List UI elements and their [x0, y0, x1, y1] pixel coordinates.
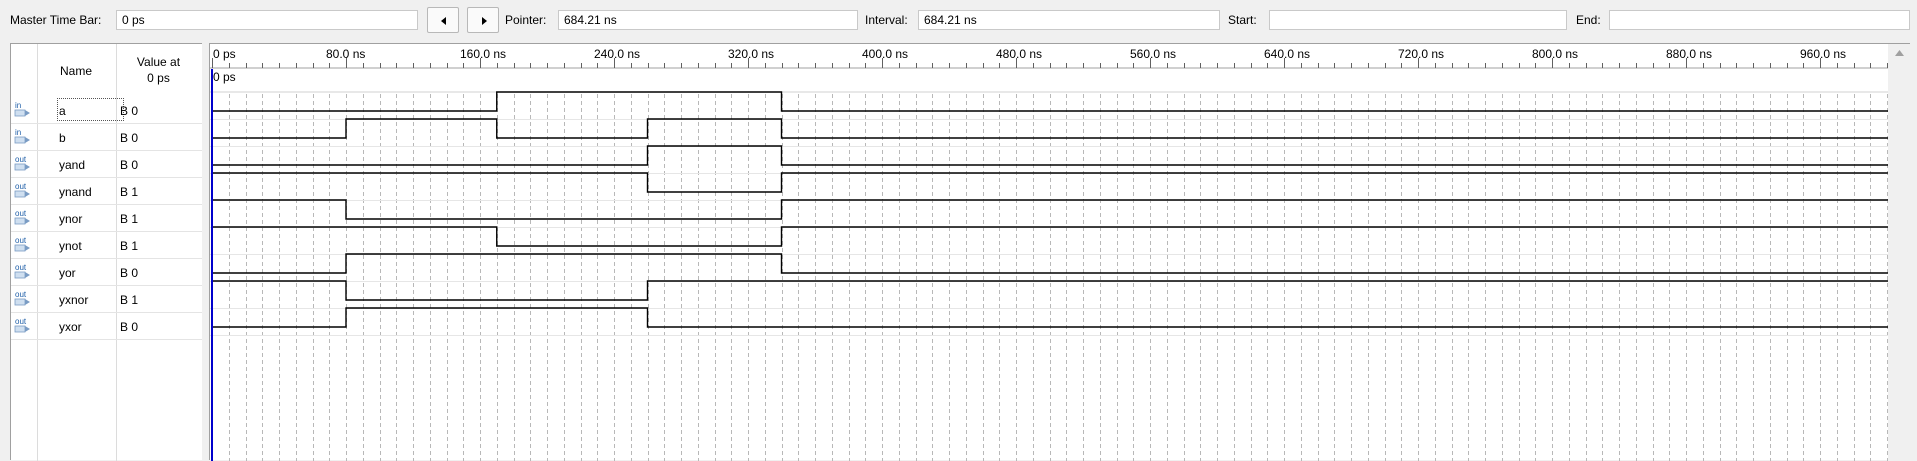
waveform-yand: [212, 145, 1888, 166]
signal-row-a[interactable]: in a B 0: [11, 97, 202, 124]
svg-text:in: in: [15, 128, 21, 137]
signal-value: B 0: [120, 266, 139, 280]
previous-transition-button[interactable]: [427, 7, 459, 33]
signal-name: yor: [59, 266, 76, 280]
output-pin-icon: out: [14, 236, 30, 252]
signal-row-yand[interactable]: out yand B 0: [11, 151, 202, 178]
end-label: End:: [1576, 13, 1601, 27]
vertical-scrollbar: [1888, 44, 1911, 461]
pointer-label: Pointer:: [505, 13, 547, 27]
pointer-field[interactable]: 684.21 ns: [558, 10, 858, 30]
svg-text:in: in: [15, 101, 21, 110]
master-time-bar-label: Master Time Bar:: [10, 13, 102, 27]
time-tick-label: 240.0 ns: [594, 47, 640, 61]
signal-value: B 1: [120, 239, 139, 253]
waveform-yxor: [212, 307, 1888, 328]
signal-name: ynot: [59, 239, 82, 253]
time-tick-label: 800.0 ns: [1532, 47, 1578, 61]
output-pin-icon: out: [14, 317, 30, 333]
signal-row-ynot[interactable]: out ynot B 1: [11, 232, 202, 259]
svg-text:out: out: [15, 317, 27, 326]
focus-outline: [57, 98, 124, 121]
cursor-time-label: 0 ps: [213, 70, 236, 84]
signal-name: ynor: [59, 212, 83, 226]
signal-row-ynor[interactable]: out ynor B 1: [11, 205, 202, 232]
time-tick-label: 0 ps: [213, 47, 236, 61]
signal-row-b[interactable]: in b B 0: [11, 124, 202, 151]
signal-name: yxnor: [59, 293, 89, 307]
signal-name: a: [59, 104, 66, 118]
time-tick-label: 80.0 ns: [326, 47, 365, 61]
input-pin-icon: in: [14, 128, 30, 144]
output-pin-icon: out: [14, 155, 30, 171]
svg-text:out: out: [15, 290, 27, 299]
signal-value: B 0: [120, 158, 139, 172]
time-tick-label: 640.0 ns: [1264, 47, 1310, 61]
end-field[interactable]: [1609, 10, 1910, 30]
signal-value: B 1: [120, 185, 139, 199]
time-tick-label: 480.0 ns: [996, 47, 1042, 61]
next-transition-button[interactable]: [467, 7, 499, 33]
waveform-ynand: [212, 172, 1888, 193]
signal-row-ynand[interactable]: out ynand B 1: [11, 178, 202, 205]
svg-text:out: out: [15, 182, 27, 191]
signal-value: B 0: [120, 104, 139, 118]
svg-text:out: out: [15, 236, 27, 245]
signal-row-yxor[interactable]: out yxor B 0: [11, 313, 202, 340]
output-pin-icon: out: [14, 182, 30, 198]
signal-name: b: [59, 131, 66, 145]
input-pin-icon: in: [14, 101, 30, 117]
output-pin-icon: out: [14, 263, 30, 279]
triangle-left-icon: [441, 17, 446, 25]
time-tick-label: 560.0 ns: [1130, 47, 1176, 61]
signal-row-yor[interactable]: out yor B 0: [11, 259, 202, 286]
start-label: Start:: [1228, 13, 1257, 27]
time-tick-label: 400.0 ns: [862, 47, 908, 61]
time-tick-label: 160.0 ns: [460, 47, 506, 61]
triangle-right-icon: [482, 17, 487, 25]
time-tick-label: 880.0 ns: [1666, 47, 1712, 61]
time-tick-label: 960.0 ns: [1800, 47, 1846, 61]
name-column-header: Name: [60, 64, 93, 78]
waveform-panel[interactable]: 0 ps 80.0 ns 160.0 ns 240.0 ns 320.0 ns 400.0…: [209, 43, 1911, 461]
signal-value: B 0: [120, 320, 139, 334]
signal-row-yxnor[interactable]: out yxnor B 1: [11, 286, 202, 313]
time-tick-label: 320.0 ns: [728, 47, 774, 61]
value-column-header: Value at 0 ps: [116, 54, 201, 86]
waveform-b: [212, 118, 1888, 139]
master-time-bar-field[interactable]: 0 ps: [116, 10, 418, 30]
signal-name: yand: [59, 158, 86, 172]
waveform-canvas[interactable]: 0 ps 80.0 ns 160.0 ns 240.0 ns 320.0 ns 400.0…: [210, 44, 1911, 461]
value-header-line2: 0 ps: [147, 71, 170, 85]
start-field[interactable]: [1269, 10, 1567, 30]
signal-value: B 1: [120, 293, 139, 307]
output-pin-icon: out: [14, 290, 30, 306]
output-pin-icon: out: [14, 209, 30, 225]
interval-label: Interval:: [865, 13, 908, 27]
interval-field[interactable]: 684.21 ns: [918, 10, 1220, 30]
svg-text:out: out: [15, 263, 27, 272]
svg-text:out: out: [15, 209, 27, 218]
signal-value: B 1: [120, 212, 139, 226]
signal-name: yxor: [59, 320, 82, 334]
svg-text:out: out: [15, 155, 27, 164]
signal-list-panel: Name Value at 0 ps in a B 0 in b B 0 out yand B …: [10, 43, 202, 461]
value-header-line1: Value at: [136, 55, 181, 69]
signal-value: B 0: [120, 131, 139, 145]
signal-name: ynand: [59, 185, 92, 199]
time-tick-label: 720.0 ns: [1398, 47, 1444, 61]
